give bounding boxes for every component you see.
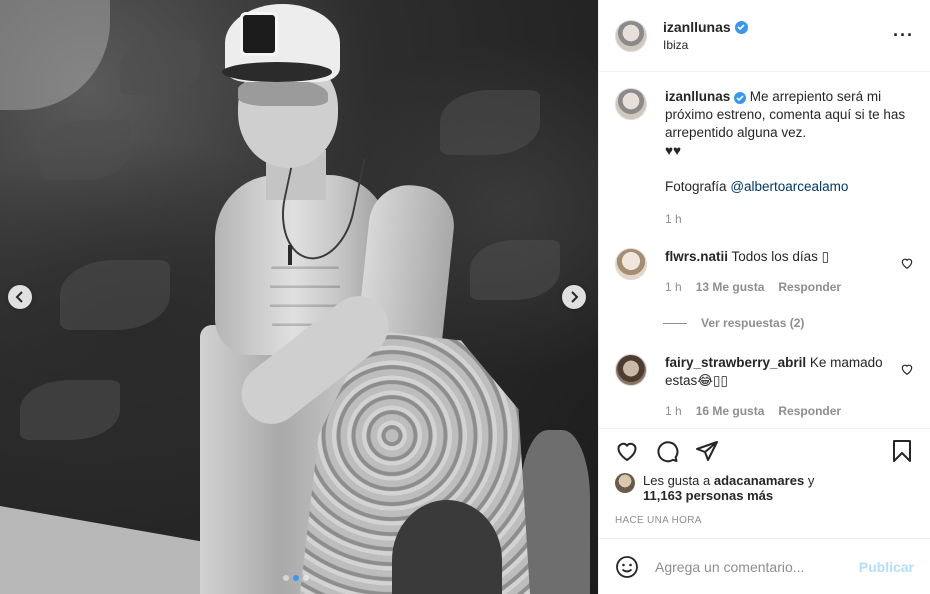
comment-time[interactable]: 1 h xyxy=(665,402,682,420)
likes-summary: Les gusta a adacanamares y 11,163 person… xyxy=(615,473,914,503)
chevron-right-icon xyxy=(571,291,579,303)
carousel-dot xyxy=(303,575,309,581)
author-info: izanllunas Ibiza xyxy=(663,19,893,52)
comment-time[interactable]: 1 h xyxy=(665,278,682,296)
author-avatar[interactable] xyxy=(615,19,647,52)
cap-patch xyxy=(240,12,278,56)
action-icons xyxy=(615,439,914,463)
caption-credit: Fotografía @albertoarcealamo xyxy=(665,178,914,196)
view-replies-label: Ver respuestas (2) xyxy=(701,316,805,330)
comment-likes[interactable]: 13 Me gusta xyxy=(696,278,765,296)
liker-username[interactable]: adacanamares xyxy=(714,473,804,488)
share-icon[interactable] xyxy=(695,439,719,463)
caption-mention-link[interactable]: @albertoarcealamo xyxy=(730,179,848,194)
carousel-prev-button[interactable] xyxy=(8,285,32,309)
comment-reply-button[interactable]: Responder xyxy=(778,402,841,420)
likes-count[interactable]: 11,163 personas más xyxy=(643,488,773,503)
liker-avatar[interactable] xyxy=(615,473,635,493)
emoji-icon[interactable] xyxy=(615,555,639,579)
comment-meta: 1 h 13 Me gusta Responder xyxy=(665,278,900,296)
likes-prefix: Les gusta a xyxy=(643,473,711,488)
caption: izanllunas Me arrepiento será mi próximo… xyxy=(615,88,914,228)
more-options-icon[interactable]: ··· xyxy=(893,25,914,46)
commenter-avatar[interactable] xyxy=(615,354,647,386)
comment-username[interactable]: fairy_strawberry_abril xyxy=(665,355,806,370)
caption-credit-prefix: Fotografía xyxy=(665,179,727,194)
caption-body: izanllunas Me arrepiento será mi próximo… xyxy=(665,88,914,228)
replies-divider xyxy=(663,322,687,324)
post-actions: Les gusta a adacanamares y 11,163 person… xyxy=(599,428,930,538)
heart-icon[interactable] xyxy=(900,362,914,376)
comment-composer: Publicar xyxy=(599,538,930,594)
carousel-next-button[interactable] xyxy=(562,285,586,309)
view-replies-button[interactable]: Ver respuestas (2) xyxy=(663,316,914,330)
verified-badge-icon xyxy=(734,20,748,34)
post-photo xyxy=(0,0,598,594)
verified-badge-icon xyxy=(734,92,747,104)
post-sidebar: izanllunas Ibiza ··· izanllunas Me arrep… xyxy=(598,0,930,594)
commenter-avatar[interactable] xyxy=(615,248,647,280)
carousel-dot xyxy=(283,575,289,581)
heart-icon[interactable] xyxy=(900,256,914,270)
comment-item: flwrs.natii Todos los días ▯ 1 h 13 Me g… xyxy=(615,248,914,296)
author-username[interactable]: izanllunas xyxy=(663,19,731,35)
post-header: izanllunas Ibiza ··· xyxy=(599,0,930,72)
caption-avatar[interactable] xyxy=(615,88,647,120)
post-modal: izanllunas Ibiza ··· izanllunas Me arrep… xyxy=(0,0,930,594)
caption-meta: 1 h xyxy=(665,210,914,228)
caption-username[interactable]: izanllunas xyxy=(665,89,730,104)
cap-brim xyxy=(222,62,332,82)
comment-username[interactable]: flwrs.natii xyxy=(665,249,728,264)
likes-joiner: y xyxy=(807,473,815,488)
comment-text: Todos los días ▯ xyxy=(731,249,830,264)
likes-text: Les gusta a adacanamares y 11,163 person… xyxy=(643,473,814,503)
comment-likes[interactable]: 16 Me gusta xyxy=(696,402,765,420)
comment-reply-button[interactable]: Responder xyxy=(778,278,841,296)
caption-emoji: ♥♥ xyxy=(665,143,682,158)
comment-input[interactable] xyxy=(655,558,859,575)
comment-item: fairy_strawberry_abril Ke mamado estas😂▯… xyxy=(615,354,914,420)
heart-icon[interactable] xyxy=(615,439,639,463)
post-location[interactable]: Ibiza xyxy=(663,38,893,52)
chevron-left-icon xyxy=(15,291,23,303)
author-username-row: izanllunas xyxy=(663,19,748,35)
caption-time[interactable]: 1 h xyxy=(665,210,682,228)
publish-button[interactable]: Publicar xyxy=(859,559,914,575)
comment-body: flwrs.natii Todos los días ▯ 1 h 13 Me g… xyxy=(665,248,900,296)
bookmark-icon[interactable] xyxy=(890,439,914,463)
comment-icon[interactable] xyxy=(655,439,679,463)
carousel-indicator xyxy=(283,575,309,581)
carousel-dot-active xyxy=(293,575,299,581)
comment-body: fairy_strawberry_abril Ke mamado estas😂▯… xyxy=(665,354,900,420)
person-cross-pendant xyxy=(288,245,292,265)
comment-meta: 1 h 16 Me gusta Responder xyxy=(665,402,900,420)
comments-section: izanllunas Me arrepiento será mi próximo… xyxy=(599,72,930,428)
post-timestamp[interactable]: HACE UNA HORA xyxy=(615,515,914,526)
